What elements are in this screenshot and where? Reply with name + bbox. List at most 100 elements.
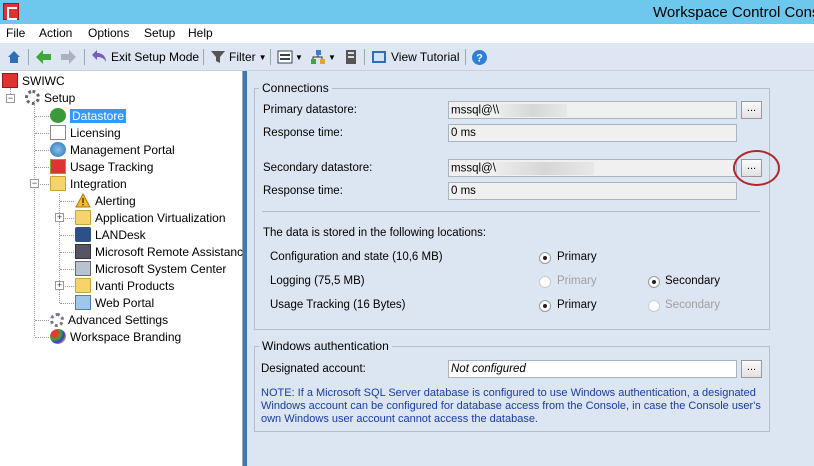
forward-arrow-icon bbox=[61, 50, 76, 64]
windows-auth-note: NOTE: If a Microsoft SQL Server database… bbox=[261, 387, 761, 425]
collapse-setup-toggle[interactable]: − bbox=[6, 94, 15, 103]
primary-datastore-field: mssql@\\ bbox=[448, 101, 737, 119]
window-title: Workspace Control Cons bbox=[653, 4, 814, 21]
warning-icon bbox=[75, 193, 91, 208]
usage-tracking-icon bbox=[50, 159, 66, 174]
config-primary-radio[interactable] bbox=[539, 252, 551, 264]
windows-auth-title: Windows authentication bbox=[259, 339, 392, 353]
logging-primary-label: Primary bbox=[557, 275, 597, 287]
storage-heading: The data is stored in the following loca… bbox=[263, 227, 487, 239]
remote-assistance-icon bbox=[75, 244, 91, 259]
folder-icon bbox=[50, 176, 66, 191]
datastore-icon bbox=[50, 108, 66, 123]
chevron-down-icon: ▼ bbox=[328, 52, 336, 62]
help-icon: ? bbox=[472, 49, 487, 65]
gears-icon bbox=[50, 312, 64, 327]
menu-action[interactable]: Action bbox=[39, 26, 72, 40]
navigation-tree: SWIWC − Setup Datastore Licensing Manage… bbox=[0, 71, 250, 466]
usage-primary-radio[interactable] bbox=[539, 300, 551, 312]
usage-tracking-label: Usage Tracking (16 Bytes) bbox=[270, 299, 406, 311]
certificate-icon bbox=[50, 125, 66, 140]
tree-root-swiwc[interactable]: SWIWC bbox=[2, 72, 65, 89]
menu-setup[interactable]: Setup bbox=[144, 26, 175, 40]
usage-primary-label: Primary bbox=[557, 299, 597, 311]
tree-node-web-portal[interactable]: Web Portal bbox=[75, 294, 154, 311]
chevron-down-icon: ▼ bbox=[258, 52, 267, 62]
org-chart-icon bbox=[311, 50, 325, 64]
svg-text:?: ? bbox=[476, 52, 483, 64]
title-bar: Workspace Control Cons bbox=[0, 0, 814, 24]
tree-node-ms-system-center[interactable]: Microsoft System Center bbox=[75, 260, 226, 277]
tree-node-advanced-settings[interactable]: Advanced Settings bbox=[50, 311, 168, 328]
exit-setup-mode-button[interactable]: Exit Setup Mode bbox=[90, 48, 199, 66]
logging-secondary-label: Secondary bbox=[665, 275, 720, 287]
logging-label: Logging (75,5 MB) bbox=[270, 275, 365, 287]
filter-button[interactable]: Filter ▼ bbox=[210, 48, 267, 66]
chevron-down-icon: ▼ bbox=[295, 52, 303, 62]
window-list-icon bbox=[277, 50, 293, 64]
account-browse-button[interactable]: ... bbox=[741, 360, 762, 378]
landesk-icon bbox=[75, 227, 91, 242]
tree-node-management-portal[interactable]: Management Portal bbox=[50, 141, 175, 158]
menu-help[interactable]: Help bbox=[188, 26, 213, 40]
config-primary-label: Primary bbox=[557, 251, 597, 263]
tree-node-integration[interactable]: Integration bbox=[50, 175, 127, 192]
forward-button[interactable] bbox=[60, 48, 77, 66]
back-arrow-icon bbox=[36, 50, 51, 64]
usage-secondary-radio[interactable] bbox=[648, 300, 660, 312]
palette-icon bbox=[50, 329, 66, 344]
config-state-label: Configuration and state (10,6 MB) bbox=[270, 251, 443, 263]
folder-icon bbox=[75, 210, 91, 225]
tree-node-landesk[interactable]: LANDesk bbox=[75, 226, 146, 243]
console-button[interactable] bbox=[344, 48, 358, 66]
response-time-field-2: 0 ms bbox=[448, 182, 737, 200]
home-button[interactable] bbox=[6, 48, 22, 66]
help-button[interactable]: ? bbox=[471, 48, 488, 66]
server-icon bbox=[346, 50, 356, 64]
logging-primary-radio[interactable] bbox=[539, 276, 551, 288]
undo-arrow-icon bbox=[92, 50, 106, 62]
tree-node-app-virtualization[interactable]: Application Virtualization bbox=[75, 209, 226, 226]
swiwc-logo-icon bbox=[2, 73, 18, 88]
system-center-icon bbox=[75, 261, 91, 276]
usage-secondary-label: Secondary bbox=[665, 299, 720, 311]
highlight-circle bbox=[733, 150, 780, 186]
back-button[interactable] bbox=[35, 48, 52, 66]
app-icon bbox=[3, 3, 19, 20]
tree-node-usage-tracking[interactable]: Usage Tracking bbox=[50, 158, 153, 175]
menu-file[interactable]: File bbox=[6, 26, 25, 40]
logging-secondary-radio[interactable] bbox=[648, 276, 660, 288]
secondary-datastore-label: Secondary datastore: bbox=[263, 162, 373, 174]
response-time-field-1: 0 ms bbox=[448, 124, 737, 142]
organize-button[interactable]: ▼ bbox=[310, 48, 336, 66]
response-time-label-2: Response time: bbox=[263, 185, 343, 197]
tree-node-licensing[interactable]: Licensing bbox=[50, 124, 121, 141]
designated-account-field[interactable]: Not configured bbox=[448, 360, 737, 378]
tree-node-setup[interactable]: Setup bbox=[25, 89, 75, 106]
web-portal-icon bbox=[75, 295, 91, 310]
toolbar: Exit Setup Mode Filter ▼ ▼ ▼ View Tutori… bbox=[0, 43, 814, 71]
tree-node-alerting[interactable]: Alerting bbox=[75, 192, 136, 209]
primary-browse-button[interactable]: ... bbox=[741, 101, 762, 119]
home-icon bbox=[8, 51, 20, 63]
divider bbox=[262, 211, 760, 212]
tree-node-ms-remote-assistance[interactable]: Microsoft Remote Assistance bbox=[75, 243, 250, 260]
gear-icon bbox=[25, 90, 40, 105]
secondary-datastore-field: mssql@\ bbox=[448, 159, 737, 177]
expand-app-virtualization-toggle[interactable]: + bbox=[55, 213, 64, 222]
tree-node-datastore[interactable]: Datastore bbox=[50, 107, 127, 124]
menu-bar: File Action Options Setup Help bbox=[0, 24, 814, 43]
view-tutorial-button[interactable]: View Tutorial bbox=[371, 48, 459, 66]
view-button[interactable]: ▼ bbox=[277, 48, 303, 66]
connections-title: Connections bbox=[259, 81, 332, 95]
tree-node-workspace-branding[interactable]: Workspace Branding bbox=[50, 328, 181, 345]
expand-ivanti-toggle[interactable]: + bbox=[55, 281, 64, 290]
primary-datastore-label: Primary datastore: bbox=[263, 104, 357, 116]
globe-icon bbox=[50, 142, 66, 157]
collapse-integration-toggle[interactable]: − bbox=[30, 179, 39, 188]
menu-options[interactable]: Options bbox=[88, 26, 129, 40]
filter-icon bbox=[211, 51, 225, 63]
tree-node-ivanti-products[interactable]: Ivanti Products bbox=[75, 277, 174, 294]
response-time-label-1: Response time: bbox=[263, 127, 343, 139]
folder-icon bbox=[75, 278, 91, 293]
